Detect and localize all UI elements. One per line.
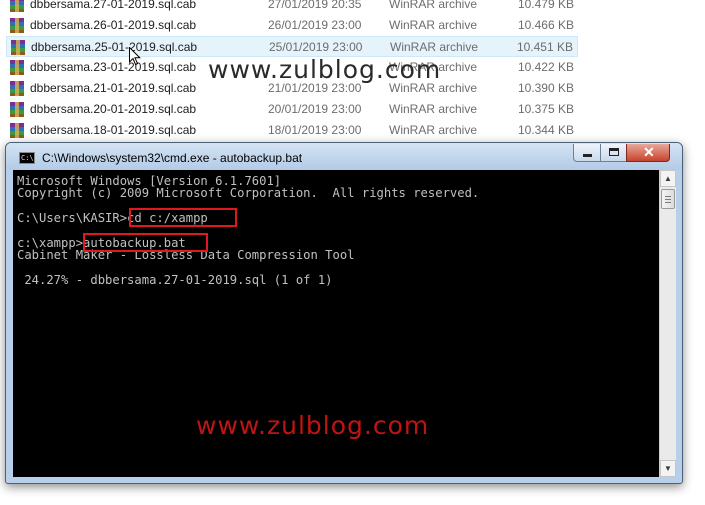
file-list: dbbersama.27-01-2019.sql.cab 27/01/2019 … <box>0 0 705 148</box>
file-row[interactable]: dbbersama.26-01-2019.sql.cab 26/01/2019 … <box>6 15 578 36</box>
file-size: 10.479 KB <box>517 0 574 11</box>
file-date: 25/01/2019 23:00 <box>269 40 363 54</box>
file-name: dbbersama.18-01-2019.sql.cab <box>30 123 197 137</box>
watermark-bottom: www.zulblog.com <box>196 411 430 440</box>
highlight-box-autobackup-command <box>83 233 208 252</box>
file-size: 10.390 KB <box>517 81 574 95</box>
file-type: WinRAR archive <box>389 123 478 137</box>
winrar-archive-icon <box>10 0 24 12</box>
console-line: Copyright (c) 2009 Microsoft Corporation… <box>17 186 480 200</box>
file-row[interactable]: dbbersama.18-01-2019.sql.cab 18/01/2019 … <box>6 120 578 141</box>
cmd-app-icon: C:\ <box>19 152 35 164</box>
console-line: 24.27% - dbbersama.27-01-2019.sql (1 of … <box>17 273 333 287</box>
file-date: 18/01/2019 23:00 <box>268 123 362 137</box>
scroll-down-button[interactable]: ▼ <box>660 460 676 477</box>
file-row[interactable]: dbbersama.20-01-2019.sql.cab 20/01/2019 … <box>6 99 578 120</box>
file-row[interactable]: dbbersama.25-01-2019.sql.cab 25/01/2019 … <box>6 36 578 57</box>
file-date: 26/01/2019 23:00 <box>268 18 362 32</box>
winrar-archive-icon <box>10 123 24 138</box>
winrar-archive-icon <box>10 81 24 96</box>
file-size: 10.466 KB <box>517 18 574 32</box>
grip-line <box>665 196 671 197</box>
file-size: 10.375 KB <box>517 102 574 116</box>
grip-line <box>665 202 671 203</box>
file-date: 20/01/2019 23:00 <box>268 102 362 116</box>
file-name: dbbersama.21-01-2019.sql.cab <box>30 81 197 95</box>
maximize-button[interactable] <box>600 144 627 162</box>
winrar-archive-icon <box>10 102 24 117</box>
grip-line <box>665 199 671 200</box>
file-type: WinRAR archive <box>390 40 479 54</box>
maximize-icon <box>609 148 619 156</box>
file-type: WinRAR archive <box>389 18 478 32</box>
highlight-box-cd-command <box>129 208 237 227</box>
mouse-cursor-icon <box>129 47 141 66</box>
file-name: dbbersama.26-01-2019.sql.cab <box>30 18 197 32</box>
winrar-archive-icon <box>11 40 25 55</box>
vertical-scrollbar[interactable]: ▲ ▼ <box>659 170 676 477</box>
close-button[interactable]: ✕ <box>626 144 670 162</box>
winrar-archive-icon <box>10 18 24 33</box>
file-type: WinRAR archive <box>389 0 478 11</box>
file-row[interactable]: dbbersama.27-01-2019.sql.cab 27/01/2019 … <box>6 0 578 15</box>
scroll-thumb[interactable] <box>661 189 675 209</box>
title-bar[interactable]: C:\ C:\Windows\system32\cmd.exe - autoba… <box>6 143 682 170</box>
file-size: 10.451 KB <box>516 40 573 54</box>
scroll-up-button[interactable]: ▲ <box>660 170 676 187</box>
file-name: dbbersama.25-01-2019.sql.cab <box>31 40 198 54</box>
close-icon: ✕ <box>643 144 655 160</box>
file-name: dbbersama.23-01-2019.sql.cab <box>30 60 197 74</box>
file-size: 10.422 KB <box>517 60 574 74</box>
winrar-archive-icon <box>10 60 24 75</box>
file-date: 27/01/2019 20:35 <box>268 0 362 11</box>
file-size: 10.344 KB <box>517 123 574 137</box>
window-title: C:\Windows\system32\cmd.exe - autobackup… <box>42 151 303 165</box>
watermark-top: www.zulblog.com <box>208 55 442 84</box>
minimize-button[interactable] <box>573 144 601 162</box>
file-type: WinRAR archive <box>389 102 478 116</box>
file-name: dbbersama.27-01-2019.sql.cab <box>30 0 197 11</box>
file-name: dbbersama.20-01-2019.sql.cab <box>30 102 197 116</box>
minimize-icon <box>583 154 592 157</box>
